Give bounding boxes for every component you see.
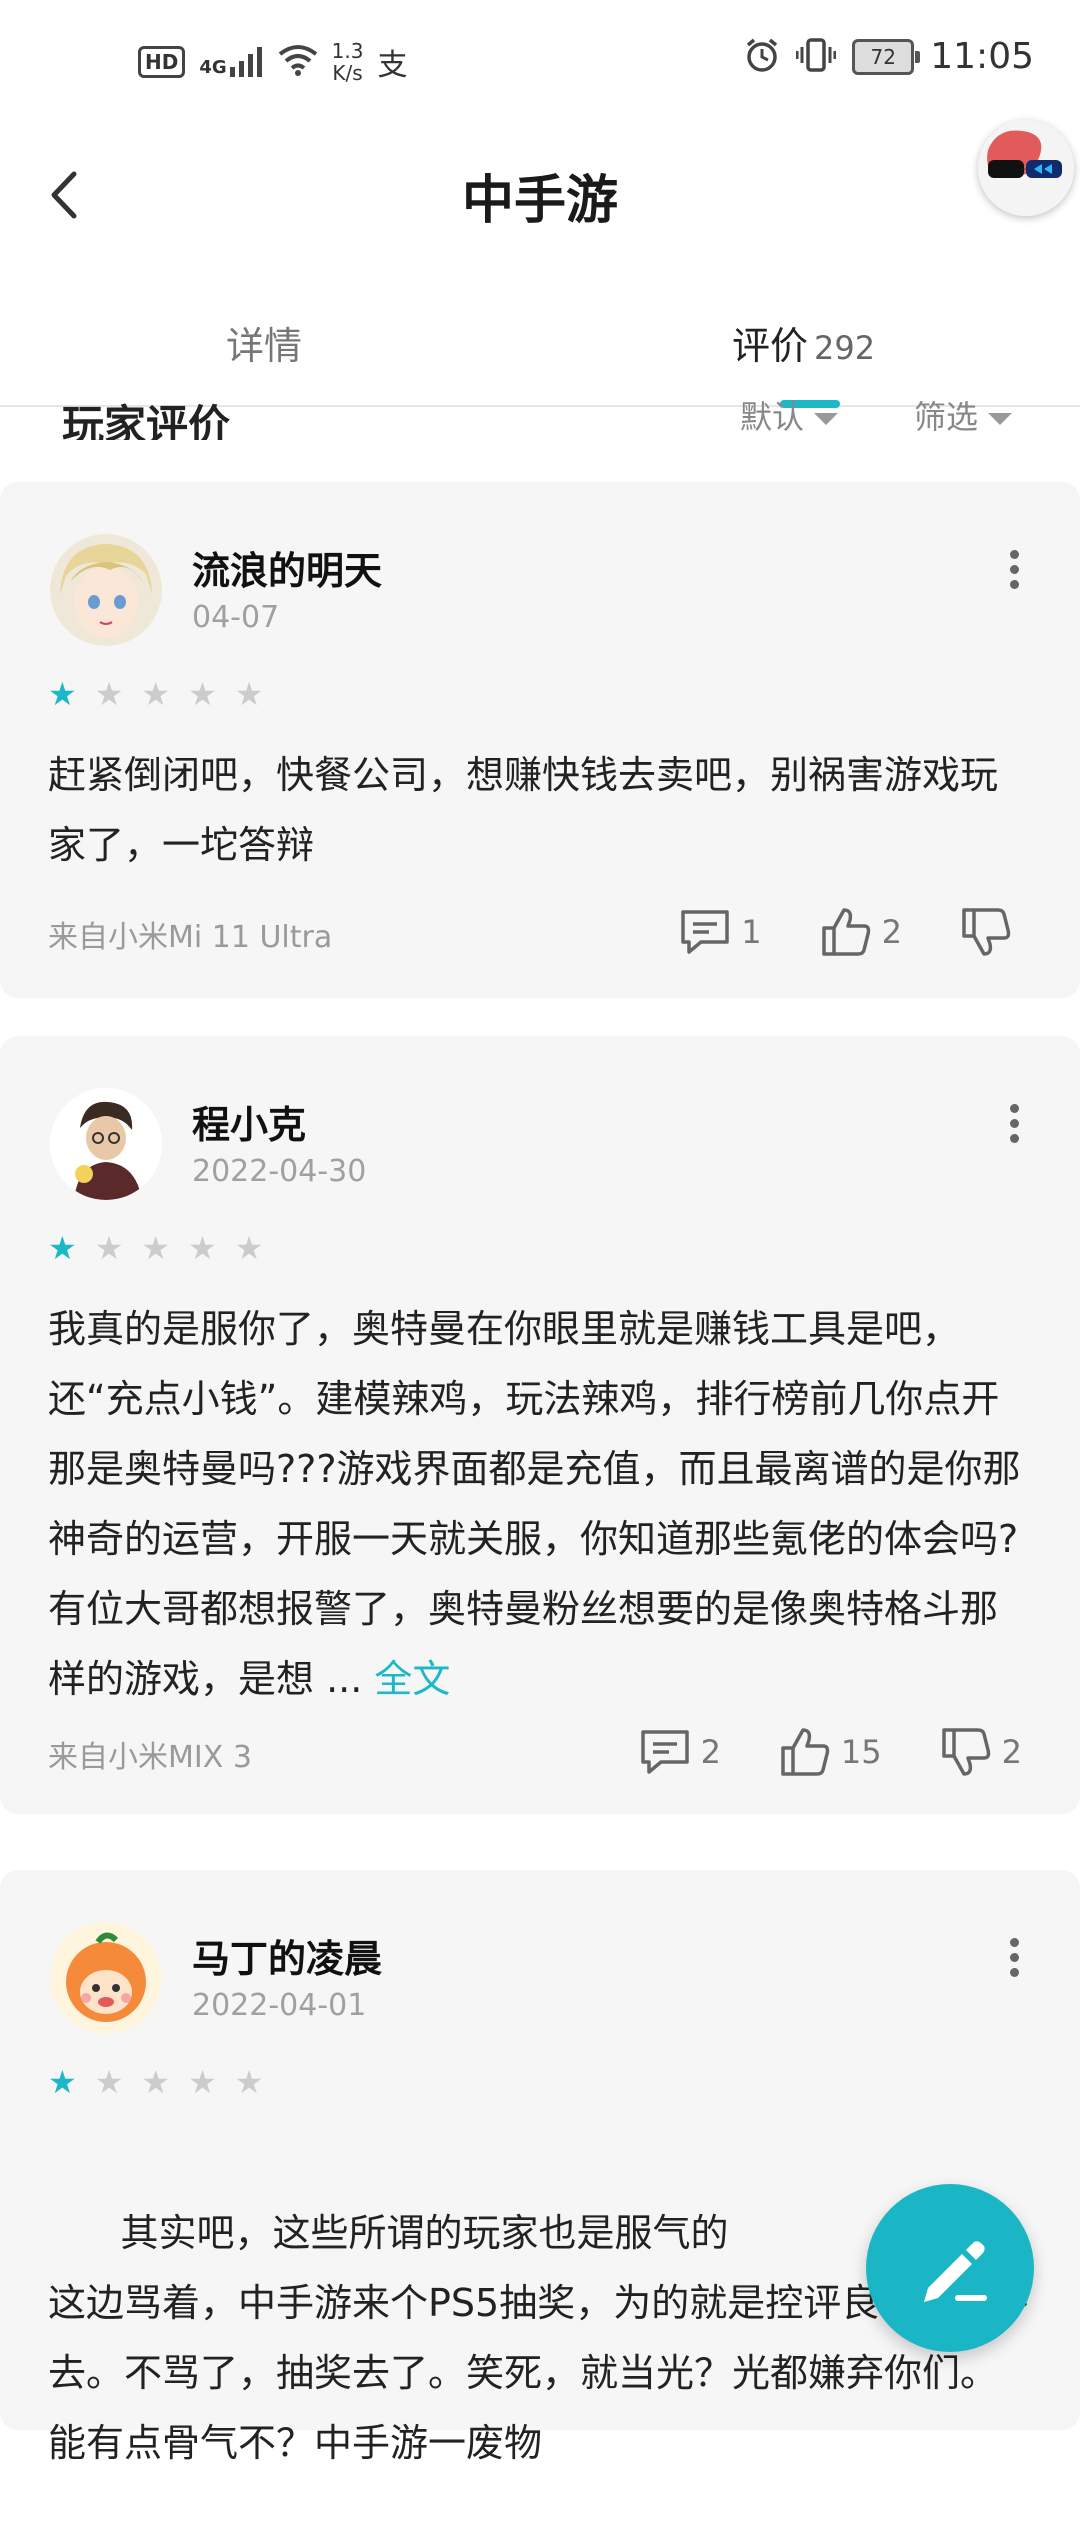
star-icon: ★ (141, 2063, 171, 2101)
reviews-title: 玩家评价 (62, 401, 231, 440)
app-header: 中手游 (0, 120, 1080, 260)
avatar[interactable] (50, 534, 162, 646)
star-icon: ★ (48, 1229, 77, 1267)
rating-stars: ★ ★ ★ ★ ★ (48, 2066, 263, 2098)
reviews-subheader: 玩家评价 默认 筛选 (0, 380, 1080, 440)
read-full-link[interactable]: 全文 (374, 1657, 450, 1701)
dislike-button[interactable]: 2 (940, 1726, 1022, 1778)
thumbs-down-icon (962, 908, 1011, 956)
sort-dropdown[interactable]: 默认 (740, 392, 839, 438)
review-card: 程小克 2022-04-30 ★ ★ ★ ★ ★ 我真的是服你了，奥特曼在你眼里… (0, 1036, 1080, 1814)
username[interactable]: 流浪的明天 (192, 540, 382, 595)
star-icon: ★ (141, 1229, 171, 1267)
avatar-image (50, 534, 162, 646)
status-right: 72 11:05 (744, 36, 1034, 77)
alarm-icon (744, 37, 780, 77)
review-actions: 2 15 2 (581, 1726, 1022, 1778)
avatar-image (50, 1088, 162, 1200)
review-date: 2022-04-01 (192, 1988, 367, 2023)
review-count: 292 (814, 329, 876, 367)
device-label: 来自小米MIX 3 (48, 1740, 252, 1775)
review-actions: 1 2 (621, 906, 1022, 958)
review-card: 流浪的明天 04-07 ★ ★ ★ ★ ★ 赶紧倒闭吧，快餐公司，想赚快钱去卖吧… (0, 482, 1080, 998)
pencil-icon (924, 2241, 987, 2302)
like-button[interactable]: 2 (820, 906, 902, 958)
alipay-icon: 支 (377, 48, 408, 83)
star-icon: ★ (234, 675, 264, 713)
username[interactable]: 马丁的凌晨 (192, 1928, 382, 1983)
star-icon: ★ (234, 1229, 264, 1267)
chevron-down-icon (988, 413, 1013, 425)
star-icon: ★ (234, 2063, 264, 2101)
review-date: 2022-04-30 (192, 1154, 367, 1189)
comment-icon (640, 1730, 689, 1774)
like-button[interactable]: 15 (779, 1726, 882, 1778)
wifi-icon (278, 44, 318, 80)
cellular-signal-icon: 4G (199, 47, 263, 77)
star-icon: ★ (94, 2063, 124, 2101)
filter-dropdown[interactable]: 筛选 (914, 392, 1013, 438)
hd-icon: HD (138, 46, 186, 78)
avatar-image (50, 1922, 162, 2034)
review-text[interactable]: 我真的是服你了，奥特曼在你眼里就是赚钱工具是吧，还“充点小钱”。建模辣鸡，玩法辣… (48, 1294, 1032, 1714)
more-options-icon[interactable] (1010, 1098, 1022, 1149)
username[interactable]: 程小克 (192, 1094, 306, 1149)
tab-reviews[interactable]: 评价 292 (732, 315, 875, 370)
comment-button[interactable]: 2 (639, 1728, 721, 1776)
review-date: 04-07 (192, 600, 280, 635)
comment-icon (681, 910, 730, 954)
star-icon: ★ (94, 1229, 124, 1267)
clock: 11:05 (930, 36, 1034, 77)
star-icon: ★ (188, 2063, 217, 2101)
thumbs-up-icon (781, 1728, 830, 1776)
write-review-button[interactable] (866, 2184, 1034, 2352)
user-avatar[interactable] (978, 120, 1074, 216)
rating-stars: ★ ★ ★ ★ ★ (48, 1232, 263, 1264)
device-label: 来自小米Mi 11 Ultra (48, 920, 333, 955)
status-left: HD 4G 1.3 K/s 支 (138, 40, 407, 84)
network-speed: 1.3 K/s (331, 39, 364, 85)
status-bar: HD 4G 1.3 K/s 支 72 11:05 (0, 0, 1080, 130)
avatar[interactable] (50, 1922, 162, 2034)
star-icon: ★ (94, 675, 124, 713)
more-options-icon[interactable] (1010, 1932, 1022, 1983)
network-type: 4G (199, 57, 227, 78)
rating-stars: ★ ★ ★ ★ ★ (48, 678, 263, 710)
vibrate-icon (795, 37, 837, 77)
comment-button[interactable]: 1 (679, 908, 762, 956)
battery-icon: 72 (852, 38, 921, 75)
review-text[interactable]: 赶紧倒闭吧，快餐公司，想赚快钱去卖吧，别祸害游戏玩家了，一坨答辩 (48, 740, 1032, 880)
star-icon: ★ (48, 2063, 77, 2101)
star-icon: ★ (141, 675, 171, 713)
page-title: 中手游 (461, 171, 618, 231)
avatar-image (978, 120, 1074, 216)
avatar[interactable] (50, 1088, 162, 1200)
thumbs-up-icon (821, 908, 870, 956)
star-icon: ★ (188, 1229, 217, 1267)
more-options-icon[interactable] (1010, 544, 1022, 595)
dislike-button[interactable] (960, 906, 1022, 958)
tab-details[interactable]: 详情 (226, 315, 302, 370)
star-icon: ★ (48, 675, 77, 713)
star-icon: ★ (188, 675, 217, 713)
thumbs-down-icon (941, 1728, 990, 1776)
chevron-down-icon (814, 413, 839, 425)
